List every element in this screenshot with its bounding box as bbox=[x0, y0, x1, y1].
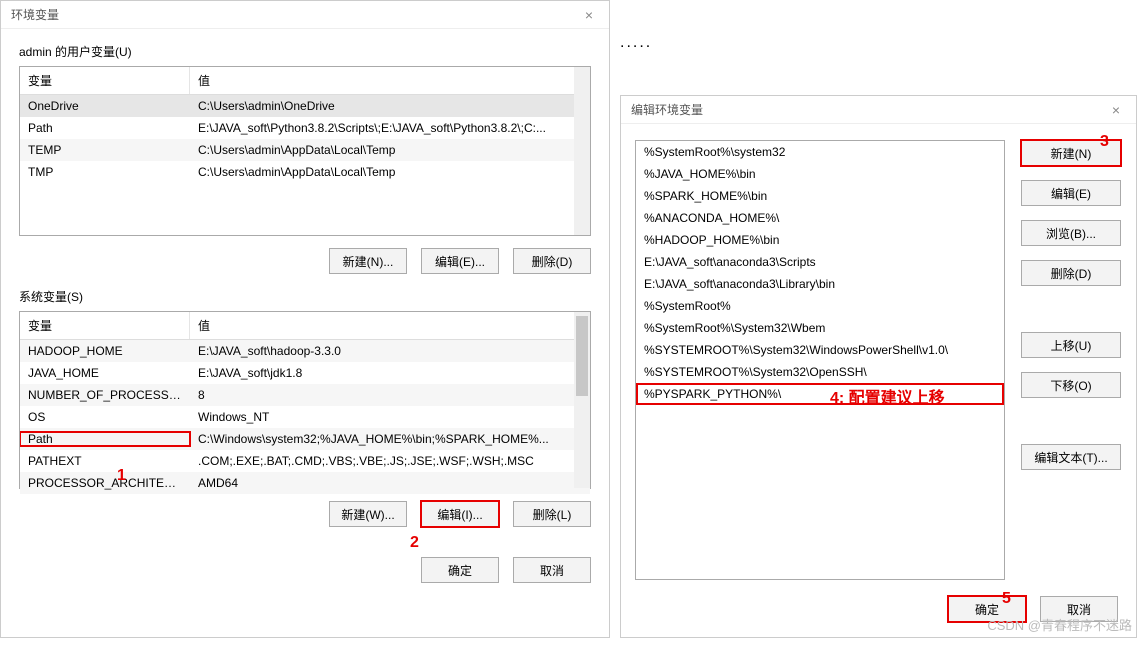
dialog-buttons: 确定 取消 bbox=[639, 596, 1118, 622]
var-name: Path bbox=[20, 121, 190, 135]
list-item[interactable]: E:\JAVA_soft\anaconda3\Library\bin bbox=[636, 273, 1004, 295]
var-name: OS bbox=[20, 410, 190, 424]
sys-vars-list[interactable]: 变量 值 HADOOP_HOMEE:\JAVA_soft\hadoop-3.3.… bbox=[19, 311, 591, 489]
ok-button[interactable]: 确定 bbox=[948, 596, 1026, 622]
var-value: .COM;.EXE;.BAT;.CMD;.VBS;.VBE;.JS;.JSE;.… bbox=[190, 454, 590, 468]
list-item[interactable]: %PYSPARK_PYTHON%\ bbox=[636, 383, 1004, 405]
list-header: 变量 值 bbox=[20, 312, 590, 340]
scrollbar[interactable] bbox=[574, 312, 590, 488]
user-vars-label: admin 的用户变量(U) bbox=[19, 43, 609, 60]
sys-vars-buttons: 新建(W)... 编辑(I)... 删除(L) bbox=[19, 501, 591, 527]
user-edit-button[interactable]: 编辑(E)... bbox=[421, 248, 499, 274]
path-entries-list[interactable]: %SystemRoot%\system32%JAVA_HOME%\bin%SPA… bbox=[635, 140, 1005, 580]
var-name: NUMBER_OF_PROCESSORS bbox=[20, 388, 190, 402]
var-value: AMD64 bbox=[190, 476, 590, 490]
move-up-button[interactable]: 上移(U) bbox=[1021, 332, 1121, 358]
var-value: E:\JAVA_soft\hadoop-3.3.0 bbox=[190, 344, 590, 358]
user-delete-button[interactable]: 删除(D) bbox=[513, 248, 591, 274]
ok-button[interactable]: 确定 bbox=[421, 557, 499, 583]
table-row[interactable]: HADOOP_HOMEE:\JAVA_soft\hadoop-3.3.0 bbox=[20, 340, 590, 362]
list-item[interactable]: %SYSTEMROOT%\System32\WindowsPowerShell\… bbox=[636, 339, 1004, 361]
list-item[interactable]: E:\JAVA_soft\anaconda3\Scripts bbox=[636, 251, 1004, 273]
sys-new-button[interactable]: 新建(W)... bbox=[329, 501, 407, 527]
var-name: HADOOP_HOME bbox=[20, 344, 190, 358]
dialog-title: 编辑环境变量 bbox=[631, 101, 703, 118]
sys-edit-button[interactable]: 编辑(I)... bbox=[421, 501, 499, 527]
col-value: 值 bbox=[190, 67, 590, 94]
table-row[interactable]: OSWindows_NT bbox=[20, 406, 590, 428]
var-name: TEMP bbox=[20, 143, 190, 157]
var-name: JAVA_HOME bbox=[20, 366, 190, 380]
var-value: C:\Users\admin\AppData\Local\Temp bbox=[190, 143, 590, 157]
sys-vars-label: 系统变量(S) bbox=[19, 288, 609, 305]
table-row[interactable]: PROCESSOR_ARCHITECT...AMD64 bbox=[20, 472, 590, 494]
dialog-titlebar: 环境变量 × bbox=[1, 1, 609, 29]
move-down-button[interactable]: 下移(O) bbox=[1021, 372, 1121, 398]
list-item[interactable]: %SystemRoot%\system32 bbox=[636, 141, 1004, 163]
list-item[interactable]: %SystemRoot% bbox=[636, 295, 1004, 317]
col-variable: 变量 bbox=[20, 312, 190, 339]
list-item[interactable]: %ANACONDA_HOME%\ bbox=[636, 207, 1004, 229]
var-name: Path bbox=[20, 432, 190, 446]
new-button[interactable]: 新建(N) bbox=[1021, 140, 1121, 166]
list-item[interactable]: %SYSTEMROOT%\System32\OpenSSH\ bbox=[636, 361, 1004, 383]
dialog-titlebar: 编辑环境变量 × bbox=[621, 96, 1136, 124]
var-name: OneDrive bbox=[20, 99, 190, 113]
edit-button[interactable]: 编辑(E) bbox=[1021, 180, 1121, 206]
edit-text-button[interactable]: 编辑文本(T)... bbox=[1021, 444, 1121, 470]
var-value: 8 bbox=[190, 388, 590, 402]
cancel-button[interactable]: 取消 bbox=[513, 557, 591, 583]
user-new-button[interactable]: 新建(N)... bbox=[329, 248, 407, 274]
close-icon[interactable]: × bbox=[575, 7, 603, 23]
env-vars-dialog: 环境变量 × admin 的用户变量(U) 变量 值 OneDriveC:\Us… bbox=[0, 0, 610, 638]
var-name: TMP bbox=[20, 165, 190, 179]
cancel-button[interactable]: 取消 bbox=[1040, 596, 1118, 622]
user-vars-buttons: 新建(N)... 编辑(E)... 删除(D) bbox=[19, 248, 591, 274]
var-value: C:\Users\admin\AppData\Local\Temp bbox=[190, 165, 590, 179]
list-header: 变量 值 bbox=[20, 67, 590, 95]
var-value: E:\JAVA_soft\jdk1.8 bbox=[190, 366, 590, 380]
sys-delete-button[interactable]: 删除(L) bbox=[513, 501, 591, 527]
var-value: E:\JAVA_soft\Python3.8.2\Scripts\;E:\JAV… bbox=[190, 121, 590, 135]
var-name: PATHEXT bbox=[20, 454, 190, 468]
table-row[interactable]: PathE:\JAVA_soft\Python3.8.2\Scripts\;E:… bbox=[20, 117, 590, 139]
list-item[interactable]: %JAVA_HOME%\bin bbox=[636, 163, 1004, 185]
list-item[interactable]: %SPARK_HOME%\bin bbox=[636, 185, 1004, 207]
table-row[interactable]: TEMPC:\Users\admin\AppData\Local\Temp bbox=[20, 139, 590, 161]
var-name: PROCESSOR_ARCHITECT... bbox=[20, 476, 190, 490]
var-value: C:\Users\admin\OneDrive bbox=[190, 99, 590, 113]
scrollbar[interactable] bbox=[574, 67, 590, 235]
ellipsis-text: ..... bbox=[620, 34, 652, 52]
col-variable: 变量 bbox=[20, 67, 190, 94]
dialog-buttons: 确定 取消 bbox=[19, 557, 591, 583]
edit-path-dialog: 编辑环境变量 × %SystemRoot%\system32%JAVA_HOME… bbox=[620, 95, 1137, 638]
table-row[interactable]: JAVA_HOMEE:\JAVA_soft\jdk1.8 bbox=[20, 362, 590, 384]
user-vars-list[interactable]: 变量 值 OneDriveC:\Users\admin\OneDrivePath… bbox=[19, 66, 591, 236]
table-row[interactable]: OneDriveC:\Users\admin\OneDrive bbox=[20, 95, 590, 117]
browse-button[interactable]: 浏览(B)... bbox=[1021, 220, 1121, 246]
table-row[interactable]: TMPC:\Users\admin\AppData\Local\Temp bbox=[20, 161, 590, 183]
var-value: C:\Windows\system32;%JAVA_HOME%\bin;%SPA… bbox=[190, 432, 590, 446]
table-row[interactable]: NUMBER_OF_PROCESSORS8 bbox=[20, 384, 590, 406]
side-buttons: 新建(N) 编辑(E) 浏览(B)... 删除(D) 上移(U) 下移(O) 编… bbox=[1021, 140, 1121, 580]
table-row[interactable]: PATHEXT.COM;.EXE;.BAT;.CMD;.VBS;.VBE;.JS… bbox=[20, 450, 590, 472]
scroll-thumb[interactable] bbox=[576, 316, 588, 396]
col-value: 值 bbox=[190, 312, 590, 339]
list-item[interactable]: %HADOOP_HOME%\bin bbox=[636, 229, 1004, 251]
list-item[interactable]: %SystemRoot%\System32\Wbem bbox=[636, 317, 1004, 339]
dialog-title: 环境变量 bbox=[11, 6, 59, 23]
delete-button[interactable]: 删除(D) bbox=[1021, 260, 1121, 286]
close-icon[interactable]: × bbox=[1102, 102, 1130, 118]
var-value: Windows_NT bbox=[190, 410, 590, 424]
table-row[interactable]: PathC:\Windows\system32;%JAVA_HOME%\bin;… bbox=[20, 428, 590, 450]
